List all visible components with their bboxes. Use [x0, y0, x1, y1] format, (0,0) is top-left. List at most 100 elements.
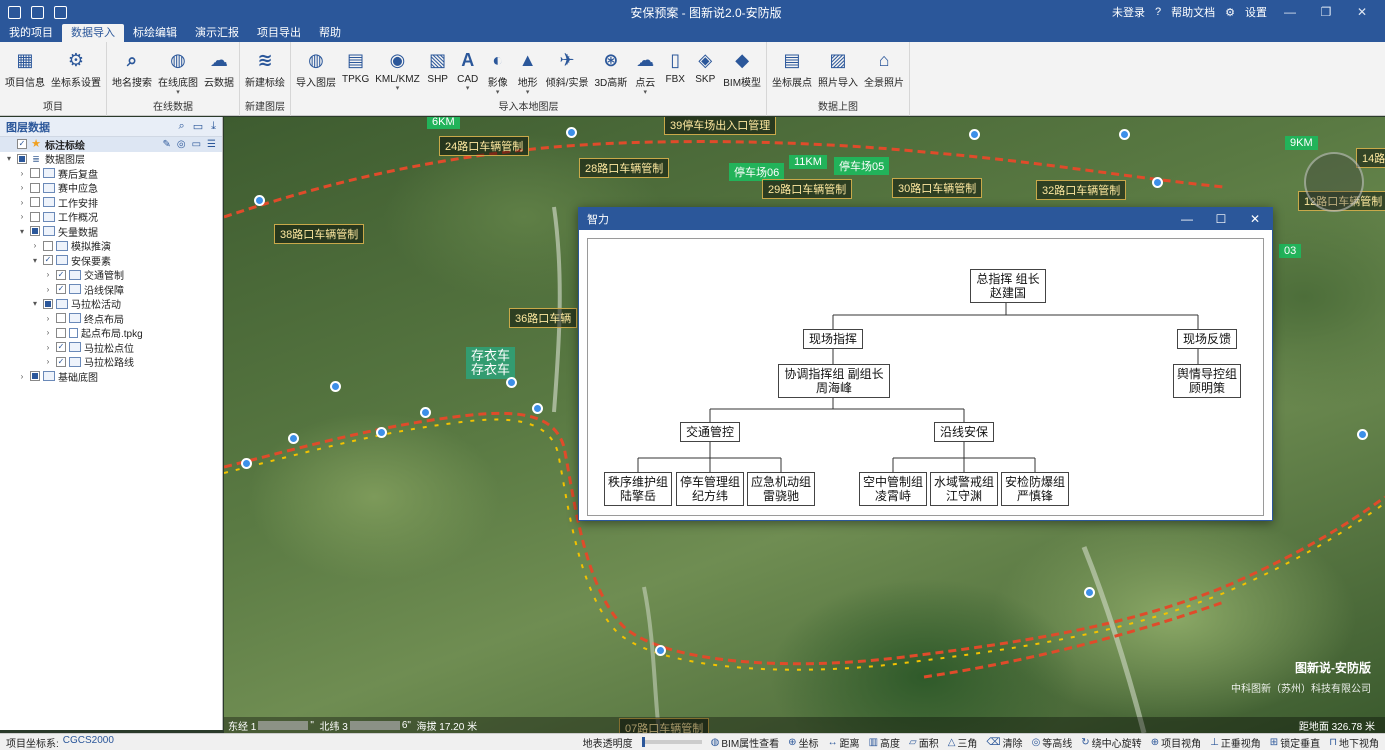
map-label[interactable]: 停车场05	[834, 157, 890, 175]
map-pin-icon[interactable]	[376, 427, 387, 438]
org-node-leaf[interactable]: 水域警戒组 江守渊	[930, 472, 998, 506]
org-node-onsite[interactable]: 现场指挥	[803, 329, 863, 349]
expand-icon[interactable]: ›	[17, 372, 27, 381]
status-tool[interactable]: ▱ 面积	[909, 735, 939, 750]
status-tool[interactable]: △ 三角	[948, 735, 978, 750]
org-node-route[interactable]: 沿线安保	[934, 422, 994, 442]
layer-tree-item[interactable]: › 赛中应急	[0, 181, 222, 195]
status-tool[interactable]: ⊓ 地下视角	[1329, 735, 1379, 750]
map-pin-icon[interactable]	[1119, 129, 1130, 140]
expand-icon[interactable]: ›	[30, 241, 40, 250]
map-pin-icon[interactable]	[566, 127, 577, 138]
status-tool[interactable]: ↻ 绕中心旋转	[1081, 735, 1141, 750]
storage-label[interactable]: 存衣车 存衣车	[466, 347, 516, 379]
layer-tree-item[interactable]: › ✓ 交通管制	[0, 268, 222, 282]
menu-project-export[interactable]: 项目导出	[248, 24, 310, 42]
map-pin-icon[interactable]	[288, 433, 299, 444]
layer-tree-item[interactable]: ▾ ≣ 数据图层	[0, 152, 222, 166]
locate-icon[interactable]: ◎	[177, 139, 186, 150]
dialog-maximize-button[interactable]: ☐	[1204, 212, 1238, 226]
save-icon[interactable]	[31, 5, 44, 19]
coord-system-value[interactable]: CGCS2000	[63, 735, 114, 750]
menu-plot-edit[interactable]: 标绘编辑	[124, 24, 186, 42]
layer-tree-item[interactable]: ✓ ★ 标注标绘 ✎ ◎ ▭ ☰	[0, 137, 222, 152]
layer-checkbox[interactable]: ✓	[17, 139, 27, 150]
status-tool[interactable]: ◍ BIM属性查看	[711, 735, 780, 750]
map-pin-icon[interactable]	[1152, 177, 1163, 188]
dialog-title-bar[interactable]: 智力 — ☐ ✕	[579, 208, 1272, 230]
layer-tree-item[interactable]: › ✓ 马拉松路线	[0, 355, 222, 369]
org-node-coordination[interactable]: 协调指挥组 副组长 周海峰	[778, 364, 890, 398]
restore-button[interactable]: ❐	[1313, 5, 1339, 19]
map-label[interactable]: 11KM	[789, 155, 827, 169]
dialog-minimize-button[interactable]: —	[1170, 212, 1204, 226]
layer-tree-item[interactable]: › 起点布局.tpkg	[0, 326, 222, 340]
menu-data-import[interactable]: 数据导入	[62, 24, 124, 42]
menu-help[interactable]: 帮助	[310, 24, 350, 42]
expand-icon[interactable]: ›	[43, 328, 53, 337]
layer-checkbox[interactable]	[30, 168, 40, 179]
expand-icon[interactable]: ▾	[17, 227, 27, 236]
expand-icon[interactable]: ›	[43, 357, 53, 366]
layer-checkbox[interactable]	[56, 327, 66, 338]
edit-icon[interactable]: ✎	[162, 139, 170, 150]
layer-checkbox[interactable]	[43, 240, 53, 251]
expand-icon[interactable]: ›	[17, 183, 27, 192]
layer-tree-item[interactable]: › ✓ 马拉松点位	[0, 340, 222, 355]
login-status[interactable]: 未登录	[1112, 4, 1145, 20]
org-node-commander[interactable]: 总指挥 组长 赵建国	[970, 269, 1046, 303]
layer-checkbox[interactable]	[30, 211, 40, 222]
org-node-leaf[interactable]: 停车管理组 纪方纬	[676, 472, 744, 506]
map-pin-icon[interactable]	[241, 458, 252, 469]
expand-icon[interactable]: ›	[17, 169, 27, 178]
expand-icon[interactable]: ›	[17, 212, 27, 221]
map-pin-icon[interactable]	[330, 381, 341, 392]
map-pin-icon[interactable]	[969, 129, 980, 140]
layer-checkbox[interactable]: ✓	[43, 255, 53, 266]
org-node-feedback[interactable]: 现场反馈	[1177, 329, 1237, 349]
gear-icon[interactable]: ⚙	[1225, 6, 1235, 19]
map-pin-icon[interactable]	[506, 377, 517, 388]
map-label[interactable]: 28路口车辆管制	[579, 158, 670, 178]
org-node-leaf[interactable]: 秩序维护组 陆擎岳	[604, 472, 672, 506]
status-tool[interactable]: ⌫ 清除	[986, 735, 1022, 750]
map-label[interactable]: 29路口车辆管制	[762, 179, 853, 199]
layer-tree-item[interactable]: › 模拟推演	[0, 239, 222, 253]
layer-tree-item[interactable]: › ✓ 沿线保障	[0, 282, 222, 297]
layer-checkbox[interactable]	[30, 371, 40, 382]
map-pin-icon[interactable]	[1357, 429, 1368, 440]
help-icon[interactable]: ?	[1155, 6, 1161, 18]
map-label[interactable]: 03	[1279, 244, 1302, 258]
status-tool[interactable]: ⊞ 锁定垂直	[1270, 735, 1320, 750]
status-tool[interactable]: ⊥ 正垂视角	[1210, 735, 1261, 750]
map-label[interactable]: 14路	[1356, 148, 1385, 168]
expand-icon[interactable]: ▾	[4, 154, 14, 163]
layer-checkbox[interactable]: ✓	[56, 356, 66, 367]
map-label[interactable]: 38路口车辆管制	[274, 224, 365, 244]
add-folder-icon[interactable]: ▭	[193, 120, 203, 133]
list-icon[interactable]: ☰	[207, 139, 216, 150]
layer-checkbox[interactable]: ✓	[56, 269, 66, 280]
layer-tree-item[interactable]: › 终点布局	[0, 311, 222, 326]
map-label[interactable]: 36路口车辆	[509, 308, 578, 328]
search-icon[interactable]: ⌕	[179, 120, 185, 133]
layer-tree-item[interactable]: › 工作安排	[0, 195, 222, 210]
layer-checkbox[interactable]	[17, 153, 27, 164]
org-node-opinion[interactable]: 舆情导控组 顾明策	[1173, 364, 1241, 398]
org-node-traffic[interactable]: 交通管控	[680, 422, 740, 442]
layer-checkbox[interactable]	[30, 197, 40, 208]
map-pin-icon[interactable]	[655, 645, 666, 656]
layer-tree-item[interactable]: ▾ ✓ 安保要素	[0, 253, 222, 268]
layer-checkbox[interactable]	[30, 182, 40, 193]
menu-presentation[interactable]: 演示汇报	[186, 24, 248, 42]
help-docs-link[interactable]: 帮助文档	[1171, 4, 1215, 20]
map-label[interactable]: 24路口车辆管制	[439, 136, 530, 156]
close-button[interactable]: ✕	[1349, 5, 1375, 19]
status-tool[interactable]: ⊕ 坐标	[788, 735, 818, 750]
map-pin-icon[interactable]	[532, 403, 543, 414]
layer-tree-item[interactable]: ▾ 矢量数据	[0, 224, 222, 239]
status-tool[interactable]: ▥ 高度	[869, 735, 900, 750]
map-label[interactable]: 30路口车辆管制	[892, 178, 983, 198]
layer-tree-item[interactable]: › 工作概况	[0, 210, 222, 224]
dialog-close-button[interactable]: ✕	[1238, 212, 1272, 226]
